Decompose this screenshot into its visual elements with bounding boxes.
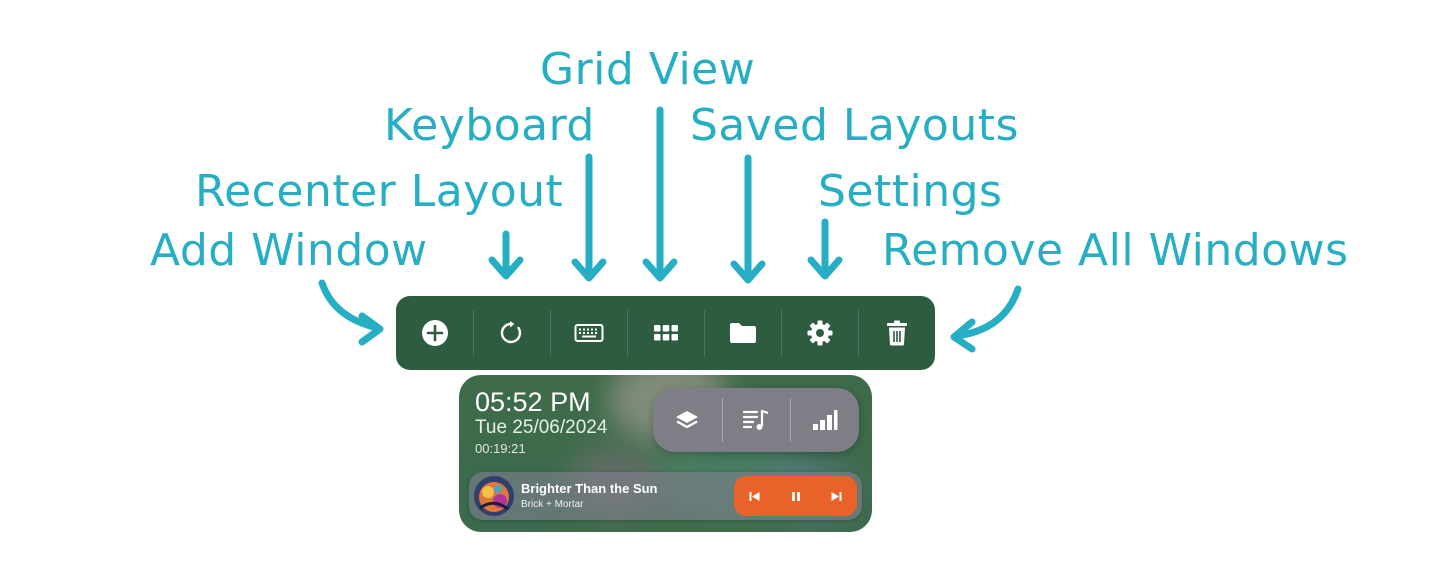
arrow-keyboard <box>571 153 607 282</box>
remove-all-windows-button[interactable] <box>858 296 935 370</box>
next-icon <box>831 491 842 501</box>
session-timer: 00:19:21 <box>475 441 526 456</box>
grid-view-button[interactable] <box>627 296 704 370</box>
pause-button[interactable] <box>775 476 816 516</box>
layers-button[interactable] <box>653 388 722 452</box>
keyboard-button[interactable] <box>550 296 627 370</box>
pause-icon <box>791 491 800 501</box>
signal-button[interactable] <box>790 388 859 452</box>
album-art <box>474 476 514 516</box>
quick-actions-pill <box>653 388 859 452</box>
playback-controls <box>734 476 857 516</box>
previous-button[interactable] <box>734 476 775 516</box>
settings-button[interactable] <box>781 296 858 370</box>
clock-block: 05:52 PM Tue 25/06/2024 00:19:21 <box>475 387 607 459</box>
music-clock-widget: 05:52 PM Tue 25/06/2024 00:19:21 Brighte… <box>459 375 872 532</box>
recenter-layout-button[interactable] <box>473 296 550 370</box>
keyboard-icon <box>574 324 603 342</box>
plus-circle-icon <box>421 320 448 346</box>
now-playing-bar: Brighter Than the Sun Brick + Mortar <box>469 472 862 520</box>
arrow-remove-all <box>950 285 1022 353</box>
arrow-settings <box>807 218 843 280</box>
previous-icon <box>749 491 760 501</box>
rotate-icon <box>500 321 521 344</box>
gear-icon <box>807 320 832 346</box>
clock-date: Tue 25/06/2024 <box>475 417 608 438</box>
arrow-add-window <box>318 279 384 346</box>
layers-icon <box>676 411 699 429</box>
saved-layouts-button[interactable] <box>704 296 781 370</box>
signal-bars-icon <box>812 410 838 430</box>
toolbar <box>396 296 935 370</box>
playlist-button[interactable] <box>721 388 791 452</box>
playlist-icon <box>742 409 769 430</box>
add-window-button[interactable] <box>396 296 473 370</box>
track-artist: Brick + Mortar <box>521 499 584 510</box>
arrow-recenter <box>488 230 524 280</box>
trash-icon <box>886 320 907 346</box>
arrow-saved-layouts <box>730 154 766 284</box>
next-button[interactable] <box>816 476 857 516</box>
folder-icon <box>729 323 756 343</box>
clock-time: 05:52 PM <box>475 387 591 417</box>
arrow-grid-view <box>642 106 678 282</box>
grid-icon <box>653 325 678 341</box>
track-title: Brighter Than the Sun <box>521 481 658 496</box>
